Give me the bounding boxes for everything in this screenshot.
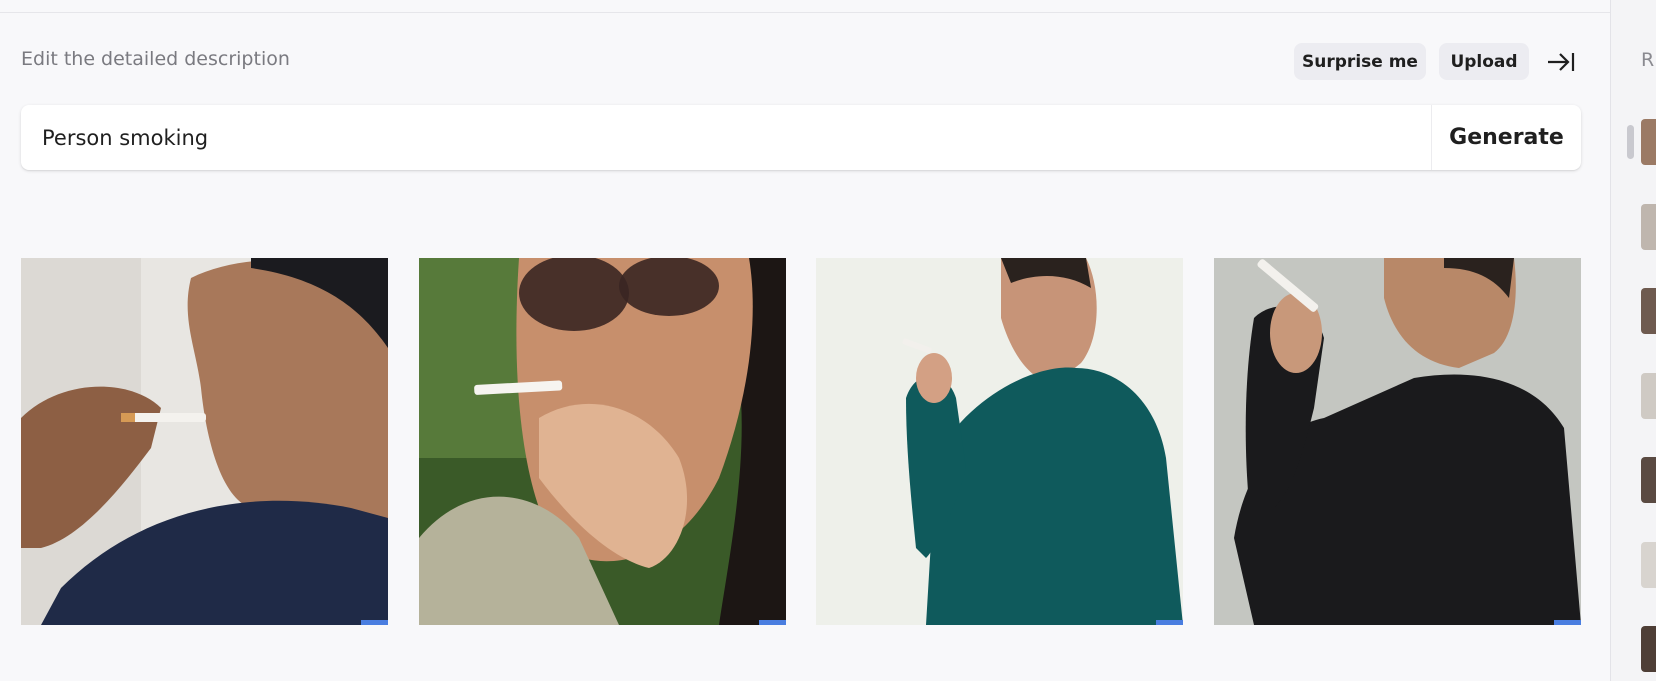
history-sidebar: R: [1610, 0, 1656, 681]
history-label: R: [1641, 49, 1655, 71]
generated-image-4[interactable]: [1214, 258, 1581, 625]
generated-image-2[interactable]: [419, 258, 786, 625]
sidebar-scrollbar[interactable]: [1627, 125, 1634, 159]
prompt-box: Generate: [21, 105, 1581, 170]
generated-image-3[interactable]: [816, 258, 1183, 625]
generate-button[interactable]: Generate: [1432, 105, 1581, 170]
generated-image-1[interactable]: [21, 258, 388, 625]
top-bar: [0, 0, 1610, 13]
history-thumbnail[interactable]: [1641, 626, 1656, 672]
history-thumbnail[interactable]: [1641, 542, 1656, 588]
upload-button[interactable]: Upload: [1439, 43, 1529, 80]
history-thumbnail[interactable]: [1641, 373, 1656, 419]
history-thumbnail[interactable]: [1641, 288, 1656, 334]
history-thumbnail[interactable]: [1641, 457, 1656, 503]
history-thumbnail[interactable]: [1641, 204, 1656, 250]
editor-heading: Edit the detailed description: [21, 48, 290, 70]
collapse-sidebar-icon[interactable]: [1546, 49, 1576, 75]
history-thumbnail[interactable]: [1641, 119, 1656, 165]
surprise-me-button[interactable]: Surprise me: [1294, 43, 1426, 80]
prompt-input[interactable]: [21, 105, 1431, 170]
